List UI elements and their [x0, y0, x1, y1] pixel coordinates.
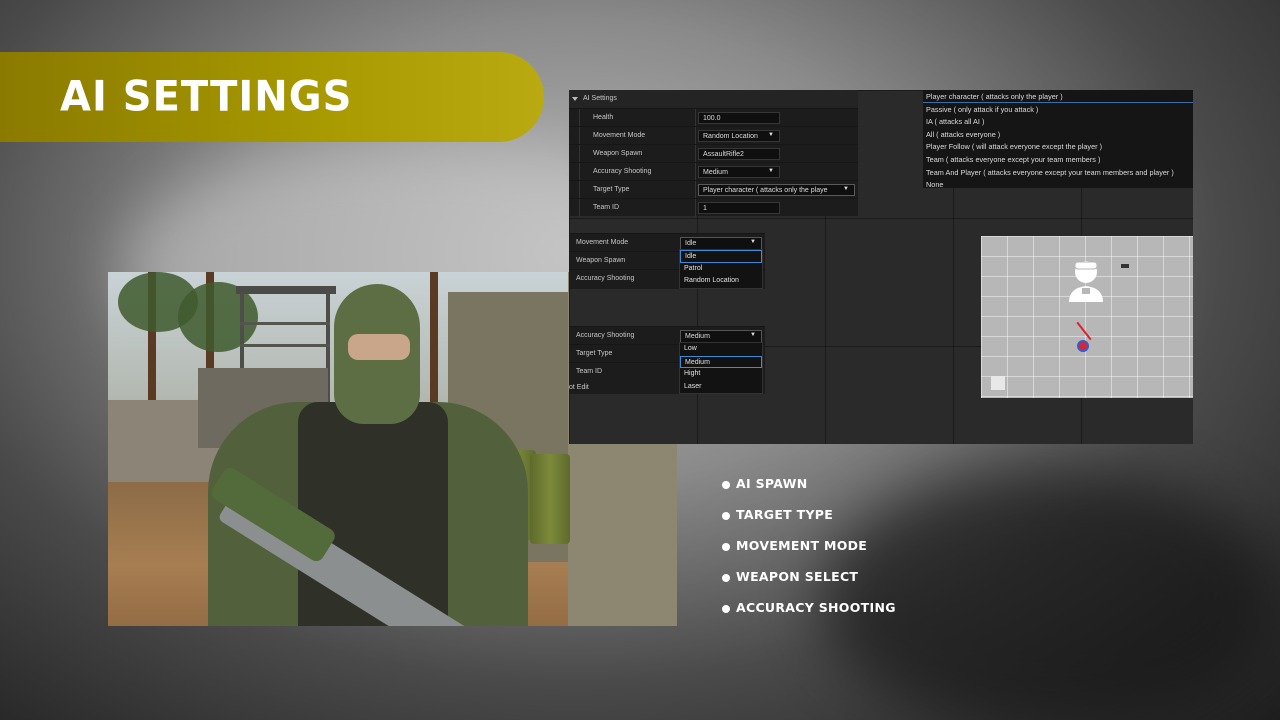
- target-option-player-follow[interactable]: Player Follow ( will attack everyone exc…: [923, 140, 1193, 153]
- category-label: AI Settings: [583, 95, 617, 102]
- feature-list: AI SPAWN TARGET TYPE MOVEMENT MODE WEAPO…: [722, 476, 896, 631]
- feature-label: TARGET TYPE: [736, 507, 834, 522]
- accuracy-shooting-panel: Accuracy Shooting Medium ▼ Target Type T…: [569, 326, 765, 394]
- property-label: Accuracy Shooting: [593, 168, 652, 175]
- row-divider: [579, 109, 580, 127]
- ai-settings-details-panel: AI Settings Health 100.0 Movement Mode R…: [569, 90, 858, 217]
- bullet-dot-icon: [722, 574, 730, 582]
- feature-label: AI SPAWN: [736, 476, 808, 491]
- chevron-down-icon: ▼: [768, 132, 774, 138]
- column-divider: [695, 145, 696, 163]
- accuracy-option-hight[interactable]: Hight: [680, 368, 762, 381]
- row-divider: [579, 145, 580, 163]
- feature-item: WEAPON SELECT: [722, 569, 896, 600]
- property-row-weapon-spawn: Weapon Spawn AssaultRifle2: [569, 144, 858, 163]
- property-label: Health: [593, 114, 614, 121]
- target-option-passive[interactable]: Passive ( only attack if you attack ): [923, 103, 1193, 116]
- property-row-target-type: Target Type Player character ( attacks o…: [569, 180, 858, 199]
- target-option-ia[interactable]: IA ( attacks all AI ): [923, 115, 1193, 128]
- accuracy-option-low[interactable]: Low: [680, 343, 762, 356]
- feature-label: ACCURACY SHOOTING: [736, 600, 896, 615]
- barrel: [530, 454, 570, 544]
- dropdown-value: Medium: [685, 333, 710, 340]
- target-type-dropdown[interactable]: Player character ( attacks only the play…: [698, 184, 855, 196]
- soldier-face: [348, 334, 410, 360]
- chevron-down-icon: ▼: [750, 239, 756, 245]
- column-divider: [695, 109, 696, 127]
- feature-item: AI SPAWN: [722, 476, 896, 507]
- column-divider: [695, 127, 696, 145]
- property-label: Weapon Spawn: [576, 257, 626, 264]
- dropdown-value: Player character ( attacks only the play…: [703, 187, 828, 194]
- property-row-accuracy-shooting: Accuracy Shooting Medium ▼: [569, 162, 858, 181]
- row-divider: [579, 199, 580, 217]
- ai-settings-category-header[interactable]: AI Settings: [569, 90, 858, 108]
- row-divider: [579, 181, 580, 199]
- accuracy-option-medium[interactable]: Medium: [680, 355, 762, 368]
- target-option-player-character[interactable]: Player character ( attacks only the play…: [923, 90, 1193, 103]
- watchtower-rail: [240, 344, 330, 347]
- feature-label: MOVEMENT MODE: [736, 538, 868, 553]
- watchtower-rail: [240, 322, 330, 325]
- feature-item: TARGET TYPE: [722, 507, 896, 538]
- dropdown-value: Idle: [685, 240, 697, 247]
- row-divider: [579, 127, 580, 145]
- accuracy-option-laser[interactable]: Laser: [680, 381, 762, 394]
- bullet-dot-icon: [722, 512, 730, 520]
- target-option-team-and-player[interactable]: Team And Player ( attacks everyone excep…: [923, 166, 1193, 179]
- property-label: Team ID: [576, 368, 603, 375]
- property-label: Weapon Spawn: [593, 150, 643, 157]
- property-row-team-id: Team ID 1: [569, 198, 858, 217]
- page-title: AI SETTINGS: [60, 72, 353, 122]
- property-label: Movement Mode: [576, 239, 629, 246]
- movement-mode-panel: Movement Mode Idle ▼ Weapon Spawn Accura…: [569, 233, 765, 289]
- chevron-down-icon: ▼: [750, 332, 756, 338]
- property-label: Accuracy Shooting: [576, 332, 635, 339]
- grid-marker: [991, 376, 1005, 390]
- movement-mode-dropdown[interactable]: Random Location ▼: [698, 130, 780, 142]
- team-id-input[interactable]: 1: [698, 202, 780, 214]
- accuracy-option-list: Low Medium Hight Laser: [679, 342, 763, 394]
- target-option-none[interactable]: None: [923, 178, 1193, 188]
- feature-item: MOVEMENT MODE: [722, 538, 896, 569]
- property-label: Target Type: [576, 350, 613, 357]
- column-divider: [695, 181, 696, 199]
- dropdown-value: Random Location: [703, 133, 758, 140]
- movement-option-idle[interactable]: Idle: [680, 250, 762, 263]
- target-type-option-list: Player character ( attacks only the play…: [923, 90, 1193, 188]
- feature-label: WEAPON SELECT: [736, 569, 859, 584]
- row-divider: [579, 163, 580, 181]
- property-label: Target Type: [593, 186, 630, 193]
- grid-marker: [1121, 264, 1129, 268]
- bullet-dot-icon: [722, 481, 730, 489]
- transform-gizmo-icon[interactable]: [1077, 340, 1089, 352]
- chevron-down-icon: ▼: [768, 168, 774, 174]
- column-divider: [695, 199, 696, 217]
- property-label: Movement Mode: [593, 132, 646, 139]
- weapon-spawn-input[interactable]: AssaultRifle2: [698, 148, 780, 160]
- target-option-all[interactable]: All ( attacks everyone ): [923, 128, 1193, 141]
- expand-arrow-icon: [572, 97, 578, 101]
- bullet-dot-icon: [722, 605, 730, 613]
- movement-mode-option-list: Idle Patrol Random Location: [679, 249, 763, 289]
- chevron-down-icon: ▼: [843, 186, 849, 192]
- feature-item: ACCURACY SHOOTING: [722, 600, 896, 631]
- health-input[interactable]: 100.0: [698, 112, 780, 124]
- not-edit-label: ot Edit: [569, 384, 589, 391]
- column-divider: [695, 163, 696, 181]
- property-label: Team ID: [593, 204, 620, 211]
- dropdown-value: Medium: [703, 169, 728, 176]
- property-row-movement-mode: Movement Mode Random Location ▼: [569, 126, 858, 145]
- property-row-health: Health 100.0: [569, 108, 858, 127]
- bullet-dot-icon: [722, 543, 730, 551]
- movement-option-random-location[interactable]: Random Location: [680, 275, 762, 288]
- 3d-viewport[interactable]: [981, 236, 1193, 398]
- translate-gizmo-axis[interactable]: [1076, 321, 1092, 341]
- target-option-team[interactable]: Team ( attacks everyone except your team…: [923, 153, 1193, 166]
- movement-option-patrol[interactable]: Patrol: [680, 263, 762, 276]
- soldier-actor-icon: [1069, 261, 1103, 302]
- watchtower-platform: [236, 286, 336, 294]
- accuracy-shooting-dropdown[interactable]: Medium ▼: [698, 166, 780, 178]
- property-label: Accuracy Shooting: [576, 275, 635, 282]
